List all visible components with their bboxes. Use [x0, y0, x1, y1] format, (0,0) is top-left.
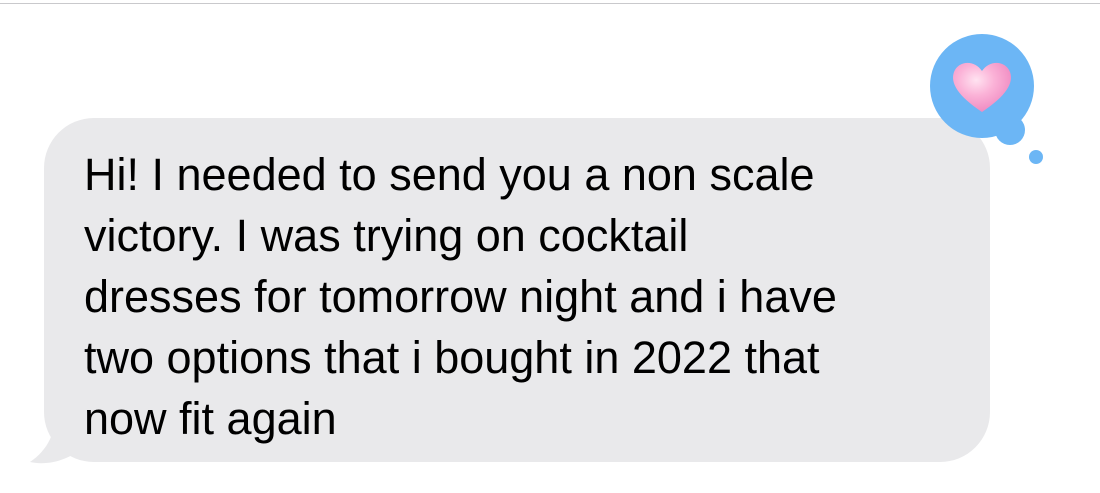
message-text: Hi! I needed to send you a non scale vic…	[84, 149, 837, 444]
tapback-bubble-tail-large	[995, 115, 1025, 145]
heart-reaction-tapback[interactable]	[924, 28, 1054, 168]
tapback-bubble-tail-small	[1029, 150, 1043, 164]
message-bubble-tail	[30, 410, 84, 464]
top-divider	[0, 0, 1100, 4]
